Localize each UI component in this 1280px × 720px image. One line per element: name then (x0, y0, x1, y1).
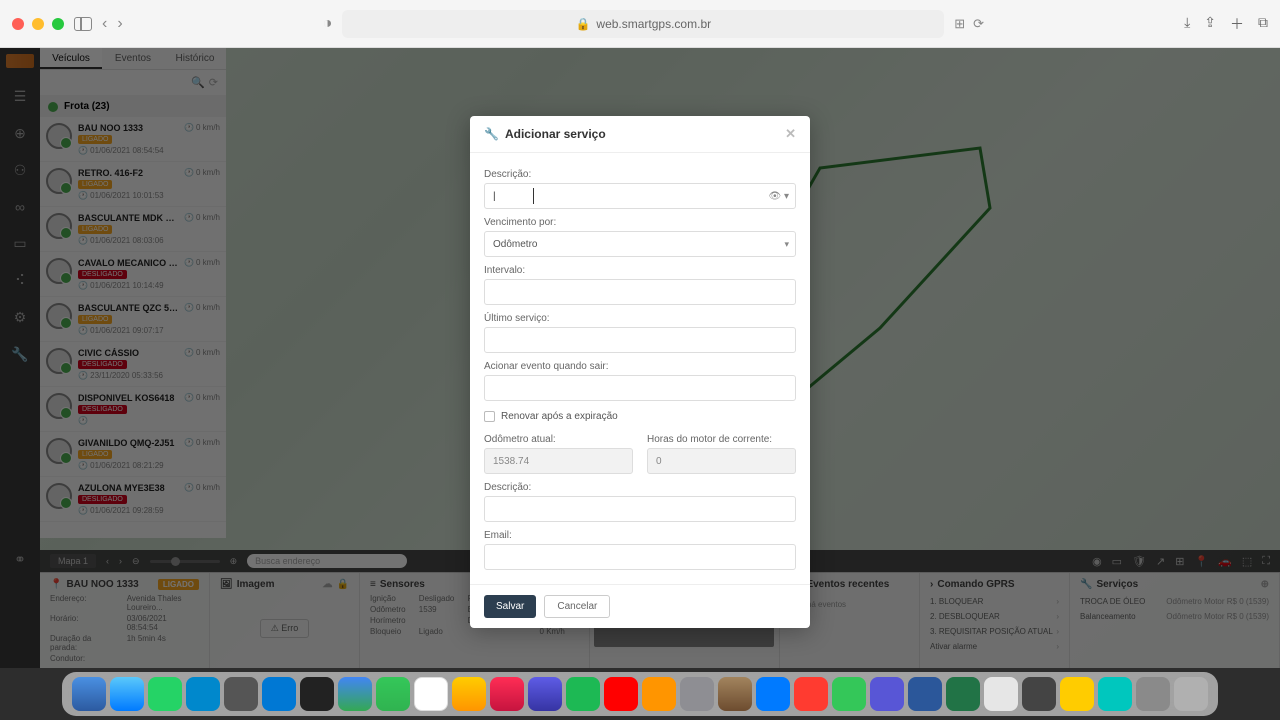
input-acionar[interactable] (484, 375, 796, 401)
label-vencimento: Vencimento por: (484, 217, 796, 228)
label-acionar: Acionar evento quando sair: (484, 361, 796, 372)
tabs-icon[interactable]: ⧉ (1258, 14, 1268, 34)
dock-app[interactable] (718, 677, 752, 711)
dock-app[interactable] (870, 677, 904, 711)
reload-icon[interactable]: ⟳ (973, 16, 984, 32)
dock-app[interactable] (376, 677, 410, 711)
dock-app[interactable] (604, 677, 638, 711)
label-ultimo: Último serviço: (484, 313, 796, 324)
modal-title: Adicionar serviço (505, 127, 606, 141)
url-bar[interactable]: 🔒 web.smartgps.com.br (342, 10, 944, 38)
input-descricao2[interactable] (484, 496, 796, 522)
cancel-button[interactable]: Cancelar (544, 595, 610, 618)
dock-app[interactable] (642, 677, 676, 711)
dock-app[interactable] (566, 677, 600, 711)
text-cursor (533, 188, 534, 204)
select-vencimento[interactable]: Odômetro ▾ (484, 231, 796, 257)
dock-app[interactable] (224, 677, 258, 711)
url-text: web.smartgps.com.br (596, 17, 711, 31)
dock-app[interactable] (908, 677, 942, 711)
dock-app[interactable] (1060, 677, 1094, 711)
visibility-icon[interactable]: 👁 ▾ (769, 191, 790, 202)
checkbox-renovar[interactable] (484, 411, 495, 422)
close-window[interactable] (12, 18, 24, 30)
forward-button[interactable]: › (117, 15, 122, 33)
dock-app[interactable] (338, 677, 372, 711)
label-email: Email: (484, 530, 796, 541)
dock-app[interactable] (984, 677, 1018, 711)
dock-app[interactable] (832, 677, 866, 711)
macos-dock (62, 672, 1218, 716)
minimize-window[interactable] (32, 18, 44, 30)
back-button[interactable]: ‹ (102, 15, 107, 33)
dock-app[interactable] (110, 677, 144, 711)
add-service-modal: 🔧 Adicionar serviço ✕ Descrição: | 👁 ▾ V… (470, 116, 810, 628)
label-intervalo: Intervalo: (484, 265, 796, 276)
dock-app[interactable] (1174, 677, 1208, 711)
share-icon[interactable]: ⇪ (1204, 14, 1216, 34)
input-descricao[interactable]: | 👁 ▾ (484, 183, 796, 209)
dock-app[interactable] (528, 677, 562, 711)
maximize-window[interactable] (52, 18, 64, 30)
input-odometro: 1538.74 (484, 448, 633, 474)
chevron-down-icon: ▾ (784, 239, 789, 250)
close-icon[interactable]: ✕ (785, 126, 796, 142)
shield-icon: ◑ (323, 15, 333, 33)
dock-app[interactable] (794, 677, 828, 711)
dock-app[interactable] (1098, 677, 1132, 711)
dock-app[interactable] (452, 677, 486, 711)
label-renovar: Renovar após a expiração (501, 411, 618, 422)
new-tab-icon[interactable]: ＋ (1230, 14, 1244, 34)
label-descricao2: Descrição: (484, 482, 796, 493)
browser-chrome: ‹ › ◑ 🔒 web.smartgps.com.br ⊞ ⟳ ⤓ ⇪ ＋ ⧉ (0, 0, 1280, 48)
dock-app[interactable] (946, 677, 980, 711)
dock-app[interactable] (186, 677, 220, 711)
dock-app[interactable] (680, 677, 714, 711)
label-descricao: Descrição: (484, 169, 796, 180)
input-intervalo[interactable] (484, 279, 796, 305)
input-email[interactable] (484, 544, 796, 570)
download-icon[interactable]: ⤓ (1184, 14, 1190, 34)
sidebar-toggle-icon[interactable] (74, 17, 92, 31)
dock-app[interactable] (262, 677, 296, 711)
translate-icon[interactable]: ⊞ (954, 16, 965, 32)
dock-app[interactable] (414, 677, 448, 711)
window-controls (12, 18, 64, 30)
lock-icon: 🔒 (575, 17, 590, 31)
label-horas-motor: Horas do motor de corrente: (647, 434, 796, 445)
dock-app[interactable] (148, 677, 182, 711)
label-odometro: Odômetro atual: (484, 434, 633, 445)
dock-app[interactable] (72, 677, 106, 711)
dock-app[interactable] (490, 677, 524, 711)
dock-app[interactable] (1022, 677, 1056, 711)
dock-app[interactable] (756, 677, 790, 711)
save-button[interactable]: Salvar (484, 595, 536, 618)
dock-app[interactable] (1136, 677, 1170, 711)
wrench-icon: 🔧 (484, 127, 499, 141)
url-actions: ⊞ ⟳ (954, 16, 984, 32)
input-horas-motor: 0 (647, 448, 796, 474)
dock-app[interactable] (300, 677, 334, 711)
input-ultimo[interactable] (484, 327, 796, 353)
